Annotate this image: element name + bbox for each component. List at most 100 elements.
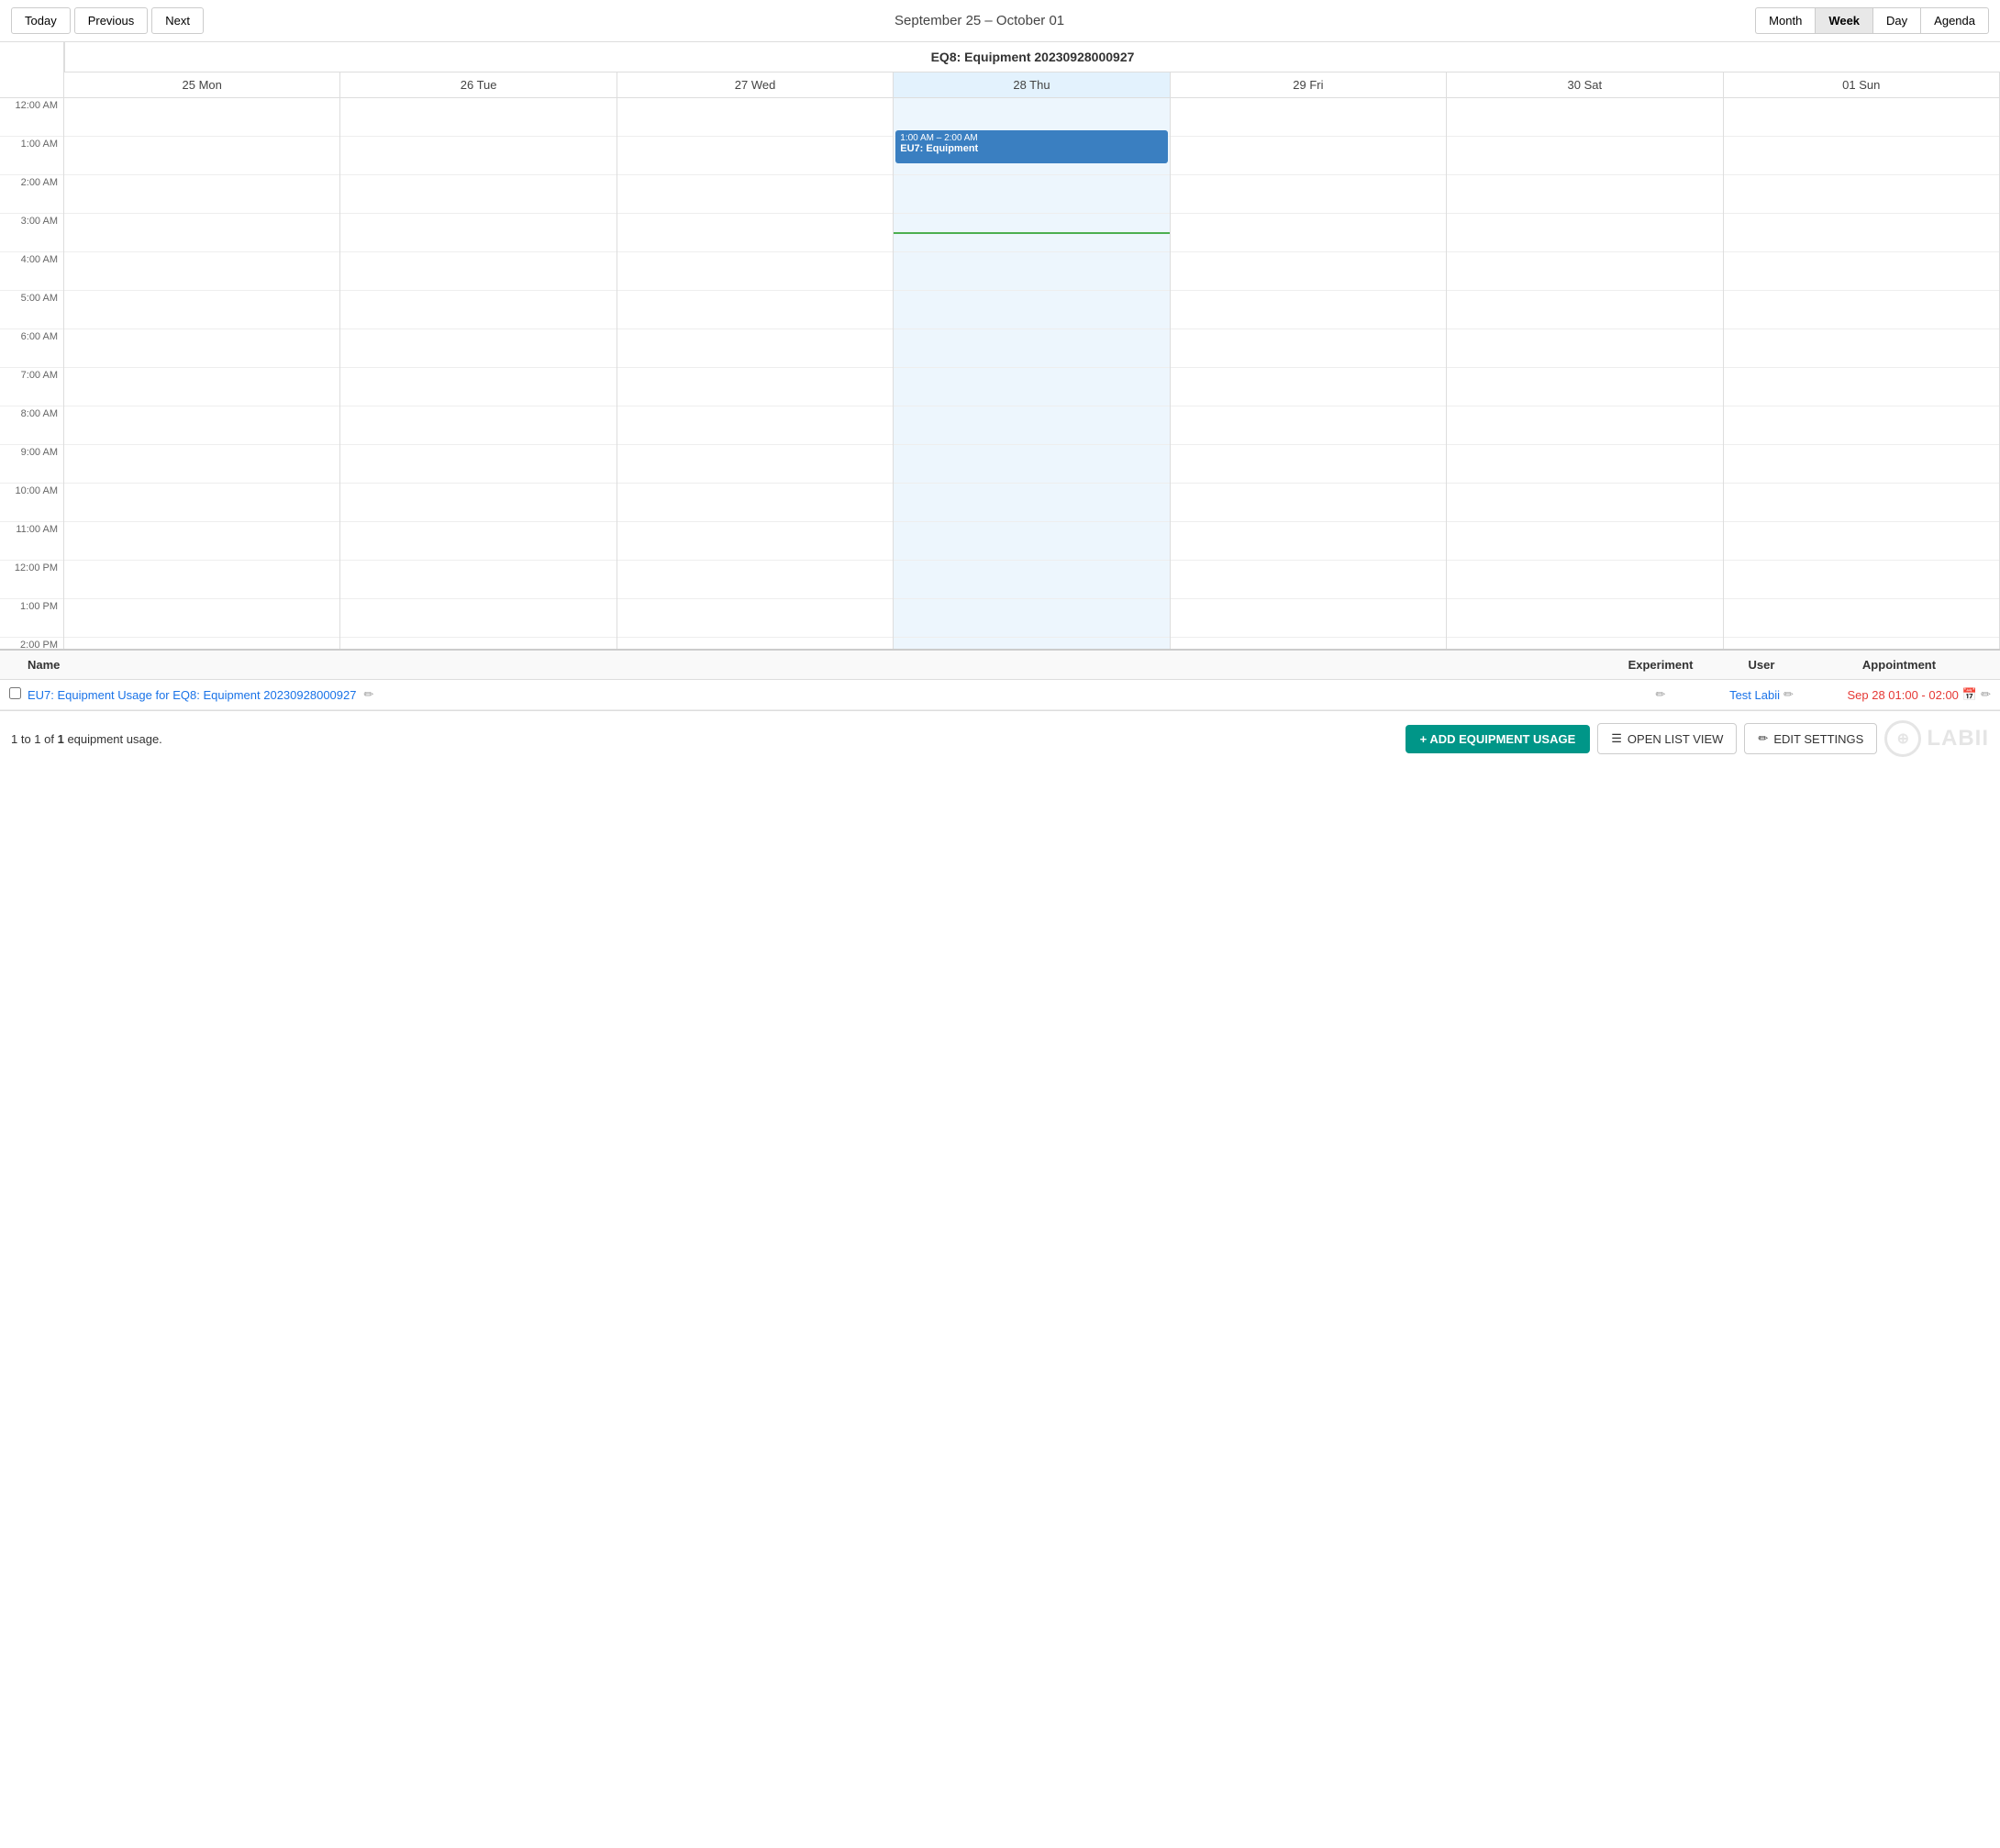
- today-button[interactable]: Today: [11, 7, 71, 34]
- hour-cell[interactable]: [1447, 252, 1722, 291]
- hour-cell[interactable]: [894, 368, 1169, 406]
- hour-cell[interactable]: [64, 406, 339, 445]
- hour-cell[interactable]: [894, 484, 1169, 522]
- hour-cell[interactable]: [340, 406, 616, 445]
- hour-cell[interactable]: [1171, 368, 1446, 406]
- day-header-6[interactable]: 01 Sun: [1724, 72, 2000, 97]
- hour-cell[interactable]: [1447, 445, 1722, 484]
- hour-cell[interactable]: [1724, 484, 1999, 522]
- calendar-event[interactable]: 1:00 AM – 2:00 AMEU7: Equipment: [895, 130, 1167, 162]
- hour-cell[interactable]: [617, 214, 893, 252]
- hour-cell[interactable]: [340, 445, 616, 484]
- hour-cell[interactable]: [1724, 599, 1999, 638]
- hour-cell[interactable]: [1447, 137, 1722, 175]
- hour-cell[interactable]: [1171, 175, 1446, 214]
- row-user-edit-icon[interactable]: ✏: [1783, 687, 1794, 702]
- hour-cell[interactable]: [1447, 561, 1722, 599]
- hour-cell[interactable]: [340, 137, 616, 175]
- hour-cell[interactable]: [1724, 638, 1999, 649]
- day-col-1[interactable]: [340, 98, 617, 649]
- hour-cell[interactable]: [1447, 329, 1722, 368]
- month-view-button[interactable]: Month: [1755, 7, 1815, 34]
- hour-cell[interactable]: [1724, 406, 1999, 445]
- hour-cell[interactable]: [64, 561, 339, 599]
- hour-cell[interactable]: [1724, 445, 1999, 484]
- hour-cell[interactable]: [340, 522, 616, 561]
- hour-cell[interactable]: [617, 484, 893, 522]
- hour-cell[interactable]: [1171, 599, 1446, 638]
- hour-cell[interactable]: [894, 329, 1169, 368]
- hour-cell[interactable]: [894, 291, 1169, 329]
- day-col-5[interactable]: [1447, 98, 1723, 649]
- hour-cell[interactable]: [340, 98, 616, 137]
- day-header-2[interactable]: 27 Wed: [617, 72, 894, 97]
- edit-settings-button[interactable]: ✏ EDIT SETTINGS: [1744, 723, 1877, 754]
- hour-cell[interactable]: [617, 175, 893, 214]
- hour-cell[interactable]: [617, 137, 893, 175]
- hour-cell[interactable]: [1724, 214, 1999, 252]
- hour-cell[interactable]: [617, 406, 893, 445]
- week-view-button[interactable]: Week: [1815, 7, 1872, 34]
- hour-cell[interactable]: [1171, 329, 1446, 368]
- hour-cell[interactable]: [1724, 522, 1999, 561]
- hour-cell[interactable]: [1447, 175, 1722, 214]
- hour-cell[interactable]: [1724, 561, 1999, 599]
- hour-cell[interactable]: [64, 445, 339, 484]
- day-view-button[interactable]: Day: [1872, 7, 1920, 34]
- hour-cell[interactable]: [64, 214, 339, 252]
- hour-cell[interactable]: [894, 445, 1169, 484]
- add-equipment-usage-button[interactable]: + ADD EQUIPMENT USAGE: [1406, 725, 1591, 753]
- row-user-link[interactable]: Test Labii: [1729, 688, 1780, 702]
- hour-cell[interactable]: [1171, 214, 1446, 252]
- hour-cell[interactable]: [1724, 291, 1999, 329]
- hour-cell[interactable]: [617, 291, 893, 329]
- hour-cell[interactable]: [617, 522, 893, 561]
- hour-cell[interactable]: [340, 291, 616, 329]
- hour-cell[interactable]: [1171, 252, 1446, 291]
- hour-cell[interactable]: [617, 599, 893, 638]
- hour-cell[interactable]: [340, 484, 616, 522]
- hour-cell[interactable]: [340, 214, 616, 252]
- hour-cell[interactable]: [340, 252, 616, 291]
- hour-cell[interactable]: [340, 329, 616, 368]
- hour-cell[interactable]: [1447, 291, 1722, 329]
- hour-cell[interactable]: [1171, 638, 1446, 649]
- hour-cell[interactable]: [1447, 484, 1722, 522]
- row-name-edit-icon[interactable]: ✏: [363, 687, 373, 702]
- hour-cell[interactable]: [617, 561, 893, 599]
- hour-cell[interactable]: [64, 291, 339, 329]
- hour-cell[interactable]: [617, 638, 893, 649]
- hour-cell[interactable]: [1171, 406, 1446, 445]
- hour-cell[interactable]: [1724, 252, 1999, 291]
- hour-cell[interactable]: [1447, 368, 1722, 406]
- hour-cell[interactable]: [64, 98, 339, 137]
- hour-cell[interactable]: [1447, 406, 1722, 445]
- hour-cell[interactable]: [1724, 368, 1999, 406]
- hour-cell[interactable]: [64, 252, 339, 291]
- day-header-4[interactable]: 29 Fri: [1171, 72, 1447, 97]
- hour-cell[interactable]: [894, 175, 1169, 214]
- hour-cell[interactable]: [340, 599, 616, 638]
- hour-cell[interactable]: [64, 137, 339, 175]
- hour-cell[interactable]: [64, 329, 339, 368]
- hour-cell[interactable]: [617, 368, 893, 406]
- hour-cell[interactable]: [617, 252, 893, 291]
- agenda-view-button[interactable]: Agenda: [1920, 7, 1989, 34]
- hour-cell[interactable]: [894, 252, 1169, 291]
- day-col-2[interactable]: [617, 98, 894, 649]
- hour-cell[interactable]: [617, 98, 893, 137]
- hour-cell[interactable]: [64, 368, 339, 406]
- row-appt-edit-icon[interactable]: ✏: [1981, 687, 1991, 702]
- hour-cell[interactable]: [1171, 561, 1446, 599]
- day-header-5[interactable]: 30 Sat: [1447, 72, 1723, 97]
- hour-cell[interactable]: [1724, 137, 1999, 175]
- hour-cell[interactable]: [1724, 329, 1999, 368]
- hour-cell[interactable]: [1447, 599, 1722, 638]
- hour-cell[interactable]: [1447, 98, 1722, 137]
- hour-cell[interactable]: [340, 561, 616, 599]
- row-checkbox[interactable]: [9, 687, 28, 702]
- hour-cell[interactable]: [340, 368, 616, 406]
- hour-cell[interactable]: [64, 599, 339, 638]
- row-exp-edit-icon[interactable]: ✏: [1656, 687, 1666, 702]
- day-col-4[interactable]: [1171, 98, 1447, 649]
